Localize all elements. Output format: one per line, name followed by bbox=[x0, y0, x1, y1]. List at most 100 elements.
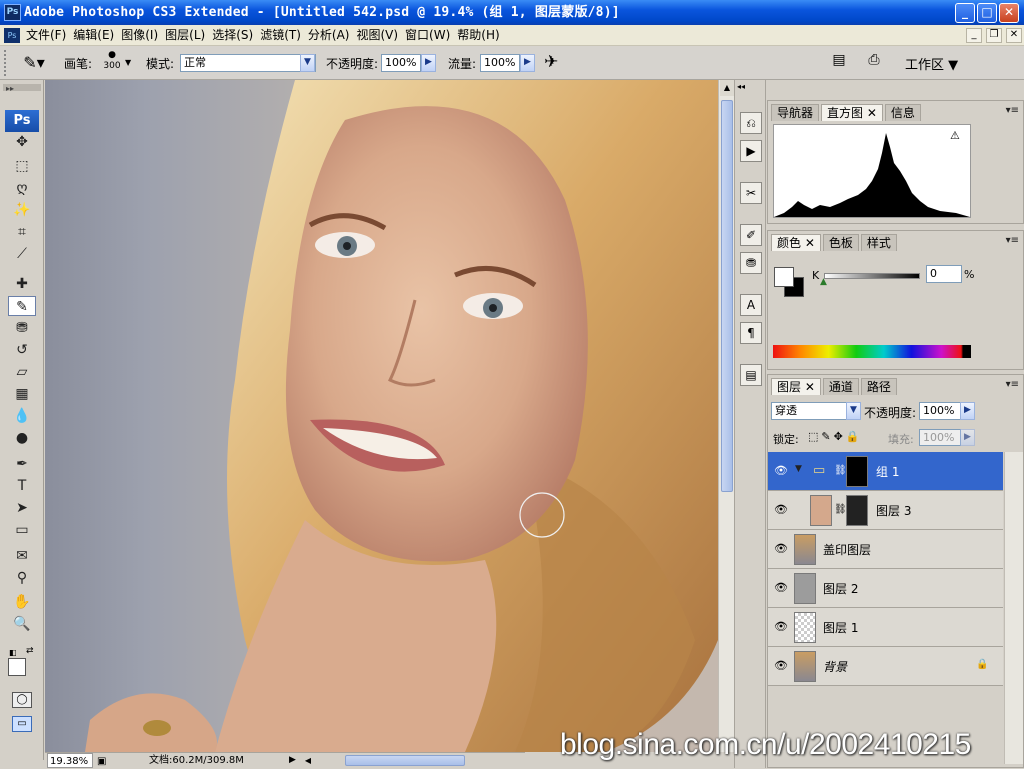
tab-info[interactable]: 信息 bbox=[884, 104, 921, 121]
warning-icon[interactable]: ⚠ bbox=[950, 129, 960, 142]
blur-tool[interactable]: 💧 bbox=[8, 406, 36, 426]
scroll-left-arrow[interactable]: ◀ bbox=[301, 753, 315, 768]
eyedropper-tool[interactable]: ⚲ bbox=[8, 568, 36, 588]
pen-tool[interactable]: ✒ bbox=[8, 454, 36, 474]
layer-row-layer-2[interactable]: 👁 图层 2 bbox=[768, 569, 1003, 608]
menu-select[interactable]: 选择(S) bbox=[212, 25, 260, 46]
flow-slider-button[interactable]: ▶ bbox=[520, 54, 535, 72]
eraser-tool[interactable]: ▱ bbox=[8, 362, 36, 382]
layer-opacity-input[interactable]: 100% bbox=[919, 402, 961, 420]
menu-image[interactable]: 图像(I) bbox=[121, 25, 165, 46]
clone-source-icon[interactable]: ⛃ bbox=[740, 252, 762, 274]
notes-tool[interactable]: ✉ bbox=[8, 546, 36, 566]
default-colors-icon[interactable]: ◧ bbox=[9, 648, 17, 657]
slice-tool[interactable]: ⟋ bbox=[8, 244, 36, 264]
flow-input[interactable]: 100% bbox=[480, 54, 520, 72]
mode-dropdown-arrow[interactable]: ▼ bbox=[300, 54, 315, 72]
chevron-down-icon[interactable]: ▼ bbox=[795, 464, 802, 474]
swap-colors-icon[interactable]: ⇄ bbox=[26, 646, 34, 656]
tab-histogram[interactable]: 直方图 ✕ bbox=[821, 104, 883, 121]
doc-minimize-button[interactable]: _ bbox=[966, 28, 982, 43]
opacity-slider-button[interactable]: ▶ bbox=[421, 54, 436, 72]
mask-thumbnail[interactable] bbox=[846, 495, 868, 526]
marquee-tool[interactable]: ⬚ bbox=[8, 156, 36, 176]
mask-thumbnail[interactable] bbox=[846, 456, 868, 487]
history-brush-tool[interactable]: ↺ bbox=[8, 340, 36, 360]
brush-tool[interactable]: ✎ bbox=[8, 296, 36, 316]
layer-thumbnail[interactable] bbox=[794, 612, 816, 643]
brush-preset-icon[interactable]: ✎▾ bbox=[16, 52, 52, 74]
menu-filter[interactable]: 滤镜(T) bbox=[260, 25, 308, 46]
paragraph-panel-icon[interactable]: ¶ bbox=[740, 322, 762, 344]
airbrush-icon[interactable]: ✈ bbox=[544, 52, 558, 72]
history-panel-icon[interactable]: ⎌ bbox=[740, 112, 762, 134]
lock-icons[interactable]: ⬚✎✥🔒 bbox=[808, 430, 863, 443]
shape-tool[interactable]: ▭ bbox=[8, 520, 36, 540]
options-grip[interactable] bbox=[4, 50, 12, 76]
eye-icon[interactable]: 👁 bbox=[771, 461, 791, 481]
doc-close-button[interactable]: ✕ bbox=[1006, 28, 1022, 43]
bridge-icon[interactable]: ⎙ bbox=[862, 52, 886, 72]
tab-navigator[interactable]: 导航器 bbox=[771, 104, 820, 121]
document-canvas[interactable] bbox=[45, 80, 718, 752]
tool-presets-icon[interactable]: ✂ bbox=[740, 182, 762, 204]
close-icon[interactable]: ✕ bbox=[805, 380, 815, 394]
screen-mode-icon[interactable]: ▭ bbox=[12, 716, 32, 732]
minimize-button[interactable]: _ bbox=[955, 3, 975, 23]
character-panel-icon[interactable]: A bbox=[740, 294, 762, 316]
k-slider-handle[interactable]: ▲ bbox=[820, 277, 827, 287]
tab-channels[interactable]: 通道 bbox=[822, 378, 859, 395]
layer-thumbnail[interactable] bbox=[794, 651, 816, 682]
layer-thumbnail[interactable] bbox=[810, 495, 832, 526]
close-icon[interactable]: ✕ bbox=[867, 106, 877, 120]
blend-mode-arrow[interactable]: ▼ bbox=[846, 402, 861, 420]
crop-tool[interactable]: ⌗ bbox=[8, 222, 36, 242]
eye-icon[interactable]: 👁 bbox=[771, 578, 791, 598]
magic-wand-tool[interactable]: ✨ bbox=[8, 200, 36, 220]
close-button[interactable]: ✕ bbox=[999, 3, 1019, 23]
link-icon[interactable]: ⛓ bbox=[834, 465, 847, 476]
actions-panel-icon[interactable]: ▶ bbox=[740, 140, 762, 162]
eye-icon[interactable]: 👁 bbox=[771, 500, 791, 520]
eye-icon[interactable]: 👁 bbox=[771, 656, 791, 676]
layer-comps-icon[interactable]: ▤ bbox=[740, 364, 762, 386]
maximize-button[interactable]: □ bbox=[977, 3, 997, 23]
scroll-up-arrow[interactable]: ▲ bbox=[720, 80, 734, 96]
collapse-toolbox-icon[interactable]: ▸▸ bbox=[6, 84, 14, 93]
zoom-level[interactable]: 19.38% bbox=[47, 753, 93, 768]
layer-opacity-slider[interactable]: ▶ bbox=[960, 402, 975, 420]
path-selection-tool[interactable]: ➤ bbox=[8, 498, 36, 518]
palette-well-icon[interactable]: ▤ bbox=[829, 52, 849, 72]
layer-row-stamp[interactable]: 👁 盖印图层 bbox=[768, 530, 1003, 569]
hand-tool[interactable]: ✋ bbox=[8, 592, 36, 612]
tab-layers[interactable]: 图层 ✕ bbox=[771, 378, 821, 395]
menu-layer[interactable]: 图层(L) bbox=[165, 25, 212, 46]
vertical-scroll-thumb[interactable] bbox=[721, 100, 733, 492]
status-menu-arrow[interactable]: ▶ bbox=[289, 753, 296, 768]
color-spectrum-bar[interactable] bbox=[773, 345, 971, 358]
panel-menu-icon[interactable]: ▾≡ bbox=[1006, 105, 1019, 116]
panel-menu-icon[interactable]: ▾≡ bbox=[1006, 235, 1019, 246]
k-value-input[interactable]: 0 bbox=[926, 265, 962, 283]
quick-mask-icon[interactable]: ◯ bbox=[12, 692, 32, 708]
layer-thumbnail[interactable] bbox=[794, 573, 816, 604]
fill-slider[interactable]: ▶ bbox=[960, 429, 975, 446]
foreground-color-swatch[interactable] bbox=[8, 658, 26, 676]
fill-input[interactable]: 100% bbox=[919, 429, 961, 446]
menu-view[interactable]: 视图(V) bbox=[356, 25, 405, 46]
tab-color[interactable]: 颜色 ✕ bbox=[771, 234, 821, 251]
opacity-input[interactable]: 100% bbox=[381, 54, 421, 72]
layer-row-background[interactable]: 👁 背景 🔒 bbox=[768, 647, 1003, 686]
dodge-tool[interactable]: ● bbox=[8, 428, 36, 448]
zoom-tool[interactable]: 🔍 bbox=[8, 614, 36, 634]
link-icon[interactable]: ⛓ bbox=[834, 504, 847, 515]
brushes-panel-icon[interactable]: ✐ bbox=[740, 224, 762, 246]
gradient-tool[interactable]: ▦ bbox=[8, 384, 36, 404]
horizontal-scroll-thumb[interactable] bbox=[345, 755, 465, 766]
brush-size-picker[interactable]: ● 300 bbox=[100, 50, 124, 78]
menu-analysis[interactable]: 分析(A) bbox=[308, 25, 357, 46]
k-slider-track[interactable] bbox=[824, 273, 920, 279]
menu-window[interactable]: 窗口(W) bbox=[405, 25, 457, 46]
eye-icon[interactable]: 👁 bbox=[771, 539, 791, 559]
layer-row-layer-1[interactable]: 👁 图层 1 bbox=[768, 608, 1003, 647]
